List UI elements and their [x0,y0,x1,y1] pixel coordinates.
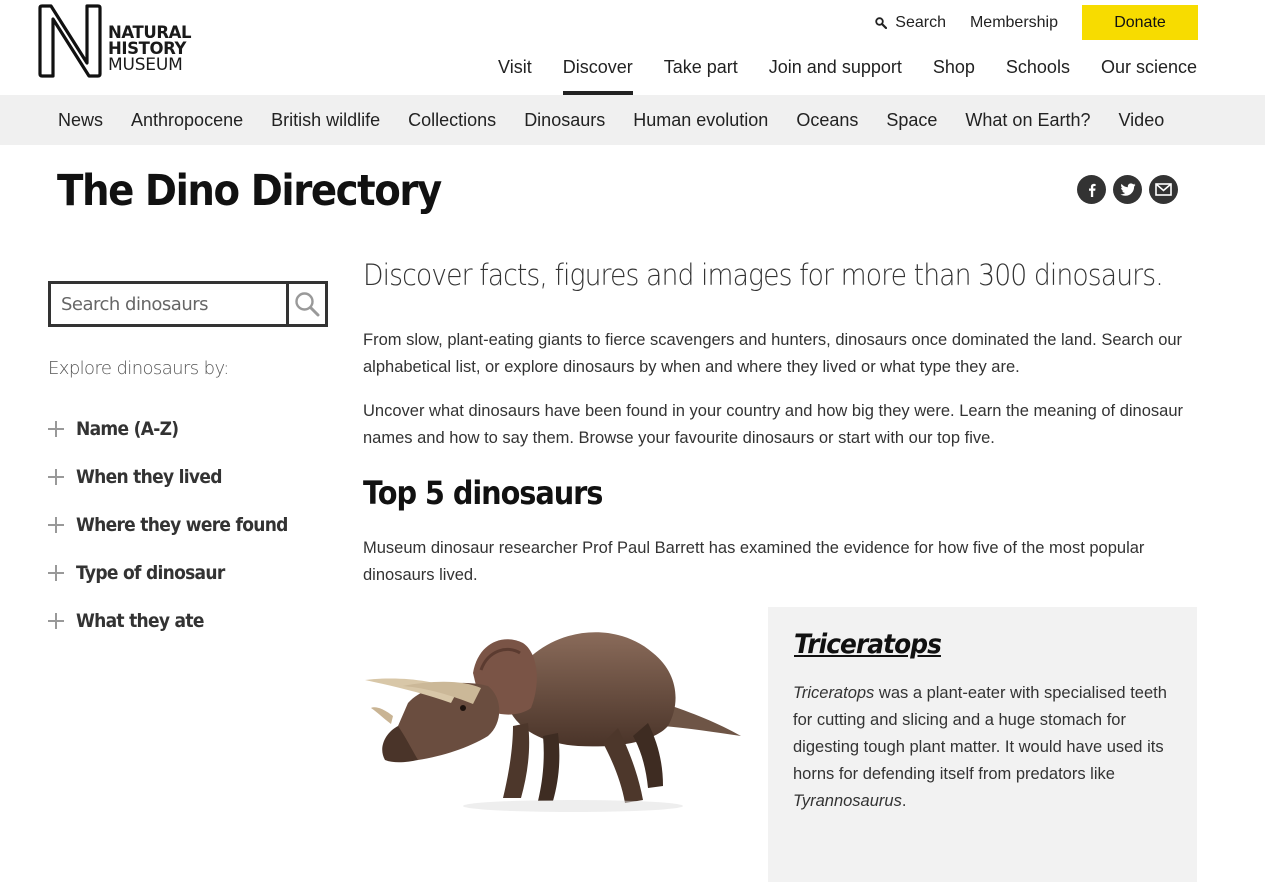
explore-item-label: When they lived [76,466,222,488]
plus-icon [48,565,64,581]
share-email-button[interactable] [1149,175,1178,204]
utility-nav: Search Membership Donate [875,5,1198,40]
intro-lead: Discover facts, figures and images for m… [363,258,1164,292]
explore-item-what-they-ate[interactable]: What they ate [48,597,311,645]
explore-label: Explore dinosaurs by: [48,358,229,379]
card-body: Triceratops was a plant-eater with speci… [793,680,1173,815]
plus-icon [48,517,64,533]
plus-icon [48,613,64,629]
nhm-logo-mark-icon [38,4,102,78]
explore-list: Name (A-Z) When they lived Where they were… [48,405,311,645]
top5-heading: Top 5 dinosaurs [363,474,603,512]
top5-intro: Museum dinosaur researcher Prof Paul Bar… [363,539,1145,584]
explore-item-when-they-lived[interactable]: When they lived [48,453,311,501]
nhm-logo[interactable]: NATURAL HISTORY MUSEUM [37,3,202,79]
explore-item-label: Where they were found [76,514,288,536]
dino-search-input[interactable] [51,284,286,324]
sub-nav-space[interactable]: Space [886,110,937,131]
sub-nav-video[interactable]: Video [1119,110,1165,131]
twitter-icon [1120,182,1135,196]
main-nav-schools[interactable]: Schools [1006,57,1070,95]
explore-item-label: What they ate [76,610,204,632]
card-body-end: . [901,792,907,810]
triceratops-image[interactable] [363,608,743,818]
main-nav: Visit Discover Take part Join and support Sh… [467,57,1197,95]
share-facebook-button[interactable] [1077,175,1106,204]
sub-nav-british-wildlife[interactable]: British wildlife [271,110,380,131]
card-title-link[interactable]: Triceratops [794,629,942,660]
header-search-link[interactable]: Search [875,14,946,32]
sub-nav-dinosaurs[interactable]: Dinosaurs [524,110,605,131]
intro-paragraph-2: Uncover what dinosaurs have been found i… [363,402,1184,447]
intro-paragraph-1: From slow, plant-eating giants to fierce… [363,331,1183,376]
main-nav-shop[interactable]: Shop [933,57,975,95]
main-nav-join-and-support[interactable]: Join and support [769,57,902,95]
share-twitter-button[interactable] [1113,175,1142,204]
dino-search-button[interactable] [286,284,325,324]
logo-line-3: MUSEUM [108,55,183,75]
plus-icon [48,421,64,437]
sub-nav-collections[interactable]: Collections [408,110,496,131]
header-search-label: Search [895,13,946,31]
explore-item-label: Type of dinosaur [76,562,225,584]
sub-nav: News Anthropocene British wildlife Collecti… [0,95,1265,145]
sub-nav-anthropocene[interactable]: Anthropocene [131,110,243,131]
search-icon [875,16,888,29]
search-icon [295,292,320,317]
explore-item-label: Name (A-Z) [76,418,179,440]
sub-nav-what-on-earth[interactable]: What on Earth? [965,110,1090,131]
site-header: NATURAL HISTORY MUSEUM Search Membership… [0,0,1265,95]
sub-nav-news[interactable]: News [58,110,103,131]
main-nav-visit[interactable]: Visit [498,57,532,95]
main-nav-take-part[interactable]: Take part [664,57,738,95]
share-bar [1077,175,1185,204]
sub-nav-oceans[interactable]: Oceans [796,110,858,131]
facebook-icon [1088,183,1096,197]
email-icon [1155,183,1172,196]
explore-item-name-a-z[interactable]: Name (A-Z) [48,405,311,453]
explore-item-where-they-were-found[interactable]: Where they were found [48,501,311,549]
page-title: The Dino Directory [57,166,442,216]
card-body-emphasis-1: Triceratops [793,684,875,702]
donate-button[interactable]: Donate [1082,5,1198,40]
main-nav-our-science[interactable]: Our science [1101,57,1197,95]
plus-icon [48,469,64,485]
membership-link[interactable]: Membership [970,14,1058,32]
explore-item-type-of-dinosaur[interactable]: Type of dinosaur [48,549,311,597]
dino-search-form [48,281,328,327]
logo-wordmark: NATURAL HISTORY MUSEUM [108,24,192,75]
card-body-emphasis-2: Tyrannosaurus [793,792,902,810]
triceratops-card: Triceratops Triceratops was a plant-eate… [768,607,1197,882]
main-nav-discover[interactable]: Discover [562,57,633,95]
sub-nav-human-evolution[interactable]: Human evolution [633,110,768,131]
